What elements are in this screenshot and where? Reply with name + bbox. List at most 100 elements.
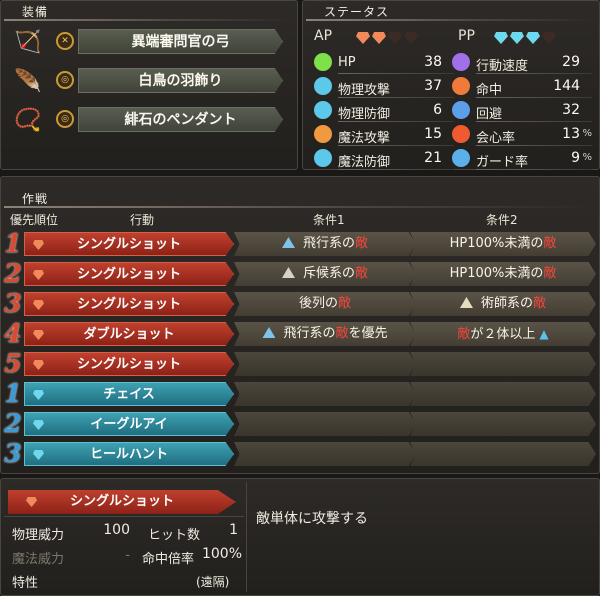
priority-number: 5: [4, 349, 22, 378]
condition-1-button[interactable]: [234, 382, 416, 406]
accuracy-value: 100%: [201, 546, 242, 562]
ap-gem-icon: [33, 240, 44, 250]
stat-underline: [476, 145, 592, 146]
tactics-title: 作戦: [22, 192, 49, 206]
stat-unit: %: [582, 128, 592, 139]
priority-number: 3: [4, 289, 22, 318]
tactic-row[interactable]: 5 シングルショット: [0, 349, 600, 378]
priority-number: 4: [4, 319, 22, 348]
action-button[interactable]: シングルショット: [24, 292, 234, 316]
sword-icon: [314, 77, 332, 95]
condition-enemy-text: 敵: [338, 296, 352, 311]
condition-1-button[interactable]: 斥候系の敵: [234, 262, 416, 286]
skill-description: 敵単体に攻撃する: [256, 511, 368, 527]
action-button[interactable]: ヒールハント: [24, 442, 234, 466]
priority-number: 2: [4, 259, 22, 288]
condition-suffix-text: が２体以上: [470, 327, 536, 342]
stat-label: HP: [338, 55, 356, 70]
pp-gem-icon: [33, 390, 44, 400]
action-button[interactable]: シングルショット: [24, 262, 234, 286]
condition-enemy-text: 敵: [533, 296, 547, 311]
condition-1-button[interactable]: 後列の敵: [234, 292, 416, 316]
condition-2-button[interactable]: 敵が２体以上 ▲: [410, 322, 596, 346]
ap-label: AP: [314, 28, 333, 44]
stat-label: 回避: [476, 107, 503, 122]
equipment-slot[interactable]: 🪶 ◎ 白鳥の羽飾り: [8, 64, 290, 98]
condition-2-button[interactable]: [410, 442, 596, 466]
condition-2-button[interactable]: HP100%未満の敵: [410, 232, 596, 256]
condition-enemy-text: 敵: [335, 326, 349, 341]
equipment-slot[interactable]: 📿 ◎ 緋石のペンダント: [8, 103, 290, 137]
action-button[interactable]: チェイス: [24, 382, 234, 406]
stat-underline: [338, 121, 454, 122]
mag-power-label: 魔法威力: [12, 552, 65, 567]
tactic-row[interactable]: 1 シングルショット 飛行系の敵 HP100%未満の敵: [0, 229, 600, 258]
equipment-slot[interactable]: 🏹 ✕ 異端審問官の弓: [8, 25, 290, 59]
heart-icon: [314, 53, 332, 71]
priority-number: 1: [4, 379, 22, 408]
stat-label: 行動速度: [476, 59, 529, 74]
bow-slot-icon: ✕: [56, 32, 74, 50]
ap-gem-icon: [33, 360, 44, 370]
action-button[interactable]: シングルショット: [24, 232, 234, 256]
condition-2-button[interactable]: 術師系の敵: [410, 292, 596, 316]
condition-1-button[interactable]: 飛行系の敵: [234, 232, 416, 256]
equipment-title: 装備: [22, 5, 49, 19]
scout-icon: [281, 267, 295, 278]
stat-label: 物理防御: [338, 107, 391, 122]
tactic-row[interactable]: 2 シングルショット 斥候系の敵 HP100%未満の敵: [0, 259, 600, 288]
pendant-icon: 📿: [14, 107, 42, 133]
stat-value: 144: [553, 78, 580, 94]
stat-label: ガード率: [476, 155, 529, 170]
tactic-row[interactable]: 4 ダブルショット 飛行系の敵を優先 敵が２体以上 ▲: [0, 319, 600, 348]
col-header-action: 行動: [130, 213, 155, 227]
condition-1-button[interactable]: [234, 442, 416, 466]
condition-text: 術師系の: [480, 296, 533, 311]
condition-text: 後列の: [298, 296, 338, 311]
condition-1-button[interactable]: [234, 412, 416, 436]
condition-2-button[interactable]: HP100%未満の敵: [410, 262, 596, 286]
condition-1-button[interactable]: 飛行系の敵を優先: [234, 322, 416, 346]
stat-staff: 魔法攻撃 15: [314, 124, 454, 146]
bow-icon: 🏹: [14, 29, 42, 55]
condition-2-button[interactable]: [410, 412, 596, 436]
condition-text: HP100%未満の: [449, 266, 544, 281]
priority-number: 1: [4, 229, 22, 258]
col-header-cond2: 条件2: [486, 213, 518, 227]
action-label: シングルショット: [76, 237, 181, 252]
evade-icon: [452, 101, 470, 119]
stat-heart: HP 38: [314, 52, 454, 74]
pp-gem-icon: [33, 420, 44, 430]
condition-text: HP100%未満の: [449, 236, 544, 251]
tactic-row[interactable]: 3 ヒールハント: [0, 439, 600, 468]
active-skill-gem-icon: [26, 497, 37, 507]
accessory-slot-icon: ◎: [56, 71, 74, 89]
detail-divider: [4, 516, 244, 517]
action-button[interactable]: シングルショット: [24, 352, 234, 376]
equipment-name: 異端審問官の弓: [78, 29, 283, 54]
armor-icon: [314, 101, 332, 119]
condition-2-button[interactable]: [410, 352, 596, 376]
phys-power-label: 物理威力: [12, 528, 65, 543]
accessory-slot-icon: ◎: [56, 110, 74, 128]
detail-vertical-divider: [246, 482, 247, 592]
staff-icon: [314, 125, 332, 143]
stat-value: 38: [424, 54, 442, 70]
stat-crit: 会心率 13%: [452, 124, 592, 146]
action-label: ダブルショット: [83, 327, 175, 342]
stat-value: 32: [562, 102, 580, 118]
equipment-name: 緋石のペンダント: [78, 107, 283, 132]
col-header-cond1: 条件1: [313, 213, 345, 227]
stat-underline: [476, 97, 592, 98]
condition-1-button[interactable]: [234, 352, 416, 376]
condition-enemy-text: 敵: [355, 266, 369, 281]
tactic-row[interactable]: 3 シングルショット 後列の敵 術師系の敵: [0, 289, 600, 318]
mag-power-value: -: [125, 548, 130, 563]
action-button[interactable]: イーグルアイ: [24, 412, 234, 436]
tactic-row[interactable]: 1 チェイス: [0, 379, 600, 408]
action-label: ヒールハント: [89, 447, 168, 462]
tactic-row[interactable]: 2 イーグルアイ: [0, 409, 600, 438]
condition-2-button[interactable]: [410, 382, 596, 406]
stat-value: 21: [424, 150, 442, 166]
action-button[interactable]: ダブルショット: [24, 322, 234, 346]
